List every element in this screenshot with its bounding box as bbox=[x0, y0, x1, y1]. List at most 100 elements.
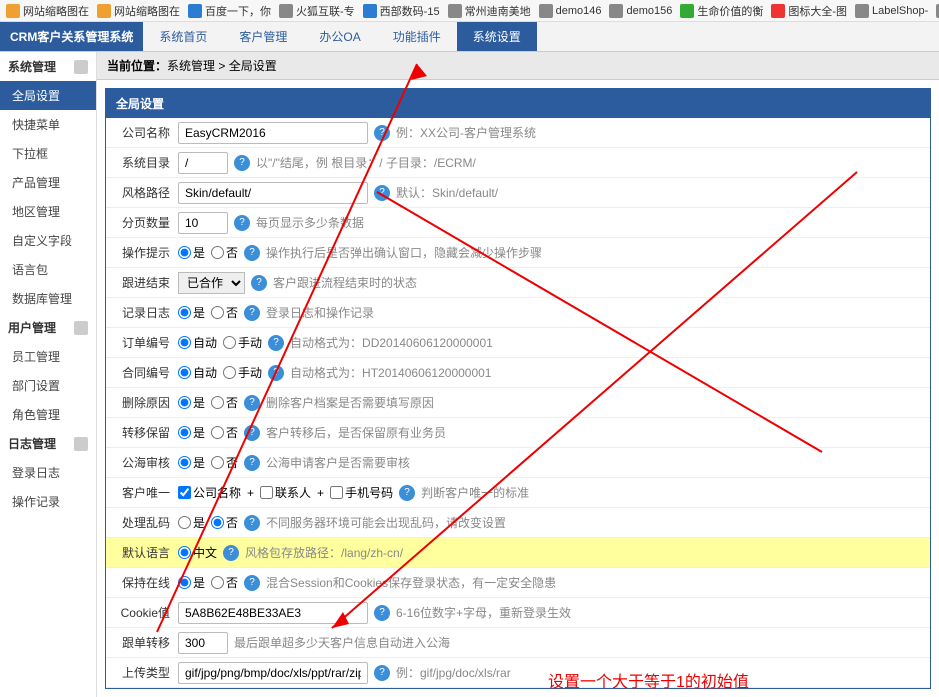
unique-company[interactable]: 公司名称 bbox=[178, 484, 241, 501]
transfer-no[interactable]: 否 bbox=[211, 424, 238, 441]
unique-contact[interactable]: 联系人 bbox=[260, 484, 311, 501]
label: 公海审核 bbox=[106, 454, 178, 471]
help-icon[interactable]: ? bbox=[244, 305, 260, 321]
help-icon[interactable]: ? bbox=[244, 395, 260, 411]
unique-mobile[interactable]: 手机号码 bbox=[330, 484, 393, 501]
sidebar-item[interactable]: 语言包 bbox=[0, 255, 96, 284]
followday-input[interactable] bbox=[178, 632, 228, 654]
help-icon[interactable]: ? bbox=[244, 515, 260, 531]
help-icon[interactable]: ? bbox=[244, 245, 260, 261]
help-icon[interactable]: ? bbox=[251, 275, 267, 291]
log-no[interactable]: 否 bbox=[211, 304, 238, 321]
orderno-no[interactable]: 手动 bbox=[223, 334, 262, 351]
sidebar-item[interactable]: 角色管理 bbox=[0, 400, 96, 429]
label: 转移保留 bbox=[106, 424, 178, 441]
content-area: 当前位置： 系统管理 > 全局设置 全局设置 公司名称?例：XX公司-客户管理系… bbox=[97, 52, 939, 697]
sidebar-item[interactable]: 员工管理 bbox=[0, 342, 96, 371]
bookmark-item[interactable]: 百度一下，你 bbox=[188, 3, 271, 19]
bookmark-item[interactable]: 西部数码-15 bbox=[363, 3, 440, 19]
sidebar-item[interactable]: 下拉框 bbox=[0, 139, 96, 168]
sidebar-item[interactable]: 自定义字段 bbox=[0, 226, 96, 255]
bookmark-item[interactable]: 图标大全-图 bbox=[771, 3, 847, 19]
sidebar-item[interactable]: 登录日志 bbox=[0, 458, 96, 487]
row-orderno: 订单编号自动 手动? 自动格式为：DD20140606120000001 bbox=[106, 328, 930, 358]
sidebar-group[interactable]: 用户管理 bbox=[0, 313, 96, 342]
bookmark-item[interactable]: 火狐互联-专 bbox=[279, 3, 355, 19]
help-icon[interactable]: ? bbox=[374, 605, 390, 621]
help-icon[interactable]: ? bbox=[374, 665, 390, 681]
upload-input[interactable] bbox=[178, 662, 368, 684]
optip-yes[interactable]: 是 bbox=[178, 244, 205, 261]
help-icon[interactable]: ? bbox=[223, 545, 239, 561]
delreason-no[interactable]: 否 bbox=[211, 394, 238, 411]
bookmark-icon bbox=[609, 4, 623, 18]
nav-tab[interactable]: 功能插件 bbox=[377, 22, 457, 51]
keep-no[interactable]: 否 bbox=[211, 574, 238, 591]
help-icon[interactable]: ? bbox=[399, 485, 415, 501]
help-icon[interactable]: ? bbox=[374, 185, 390, 201]
label: 合同编号 bbox=[106, 364, 178, 381]
row-followday: 跟单转移最后跟单超多少天客户信息自动进入公海 bbox=[106, 628, 930, 658]
cookie-input[interactable] bbox=[178, 602, 368, 624]
log-yes[interactable]: 是 bbox=[178, 304, 205, 321]
lang-zh[interactable]: 中文 bbox=[178, 544, 217, 561]
sidebar-item[interactable]: 部门设置 bbox=[0, 371, 96, 400]
seaaudit-no[interactable]: 否 bbox=[211, 454, 238, 471]
sidebar-item[interactable]: 全局设置 bbox=[0, 81, 96, 110]
sidebar-item[interactable]: 快捷菜单 bbox=[0, 110, 96, 139]
hint-text: 客户跟进流程结束时的状态 bbox=[273, 274, 417, 291]
contractno-no[interactable]: 手动 bbox=[223, 364, 262, 381]
bookmark-icon bbox=[97, 4, 111, 18]
help-icon[interactable]: ? bbox=[374, 125, 390, 141]
sidebar-group[interactable]: 日志管理 bbox=[0, 429, 96, 458]
orderno-yes[interactable]: 自动 bbox=[178, 334, 217, 351]
optip-no[interactable]: 否 bbox=[211, 244, 238, 261]
garble-yes[interactable]: 是 bbox=[178, 514, 205, 531]
garble-no[interactable]: 否 bbox=[211, 514, 238, 531]
help-icon[interactable]: ? bbox=[234, 155, 250, 171]
sysdir-input[interactable] bbox=[178, 152, 228, 174]
bookmark-item[interactable]: 常州迪南美地 bbox=[448, 3, 531, 19]
help-icon[interactable]: ? bbox=[244, 575, 260, 591]
delreason-yes[interactable]: 是 bbox=[178, 394, 205, 411]
skin-input[interactable] bbox=[178, 182, 368, 204]
hint-text: 登录日志和操作记录 bbox=[266, 304, 374, 321]
help-icon[interactable]: ? bbox=[268, 335, 284, 351]
sidebar-item[interactable]: 产品管理 bbox=[0, 168, 96, 197]
company-input[interactable] bbox=[178, 122, 368, 144]
app-brand: CRM客户关系管理系统 bbox=[0, 22, 143, 51]
label: 客户唯一 bbox=[106, 484, 178, 501]
contractno-yes[interactable]: 自动 bbox=[178, 364, 217, 381]
pagesize-input[interactable] bbox=[178, 212, 228, 234]
bookmark-bar: 网站缩略图在网站缩略图在百度一下，你火狐互联-专西部数码-15常州迪南美地dem… bbox=[0, 0, 939, 22]
nav-tab[interactable]: 客户管理 bbox=[223, 22, 303, 51]
bookmark-item[interactable]: LabelShop- bbox=[855, 4, 928, 18]
bookmark-item[interactable]: 网站缩略图在 bbox=[6, 3, 89, 19]
bookmark-item[interactable]: 网站缩略图在 bbox=[97, 3, 180, 19]
label: 默认语言 bbox=[106, 544, 178, 561]
sidebar-group[interactable]: 系统管理 bbox=[0, 52, 96, 81]
bookmark-item[interactable]: 生命价值的衡 bbox=[680, 3, 763, 19]
hint-text: 自动格式为：DD20140606120000001 bbox=[290, 334, 493, 351]
help-icon[interactable]: ? bbox=[268, 365, 284, 381]
bookmark-item[interactable]: demo156 bbox=[609, 4, 672, 18]
row-pagesize: 分页数量?每页显示多少条数据 bbox=[106, 208, 930, 238]
label: 订单编号 bbox=[106, 334, 178, 351]
follow-select[interactable]: 已合作 bbox=[178, 272, 245, 294]
sidebar-item[interactable]: 数据库管理 bbox=[0, 284, 96, 313]
sidebar-item[interactable]: 地区管理 bbox=[0, 197, 96, 226]
bookmark-item[interactable]: demo146 bbox=[539, 4, 602, 18]
help-icon[interactable]: ? bbox=[244, 455, 260, 471]
seaaudit-yes[interactable]: 是 bbox=[178, 454, 205, 471]
nav-tab[interactable]: 办公OA bbox=[303, 22, 376, 51]
help-icon[interactable]: ? bbox=[244, 425, 260, 441]
breadcrumb: 当前位置： 系统管理 > 全局设置 bbox=[97, 52, 939, 80]
hint-text: 每页显示多少条数据 bbox=[256, 214, 364, 231]
row-delreason: 删除原因是 否?删除客户档案是否需要填写原因 bbox=[106, 388, 930, 418]
keep-yes[interactable]: 是 bbox=[178, 574, 205, 591]
nav-tab[interactable]: 系统首页 bbox=[143, 22, 223, 51]
help-icon[interactable]: ? bbox=[234, 215, 250, 231]
nav-tab[interactable]: 系统设置 bbox=[457, 22, 537, 51]
transfer-yes[interactable]: 是 bbox=[178, 424, 205, 441]
sidebar-item[interactable]: 操作记录 bbox=[0, 487, 96, 516]
